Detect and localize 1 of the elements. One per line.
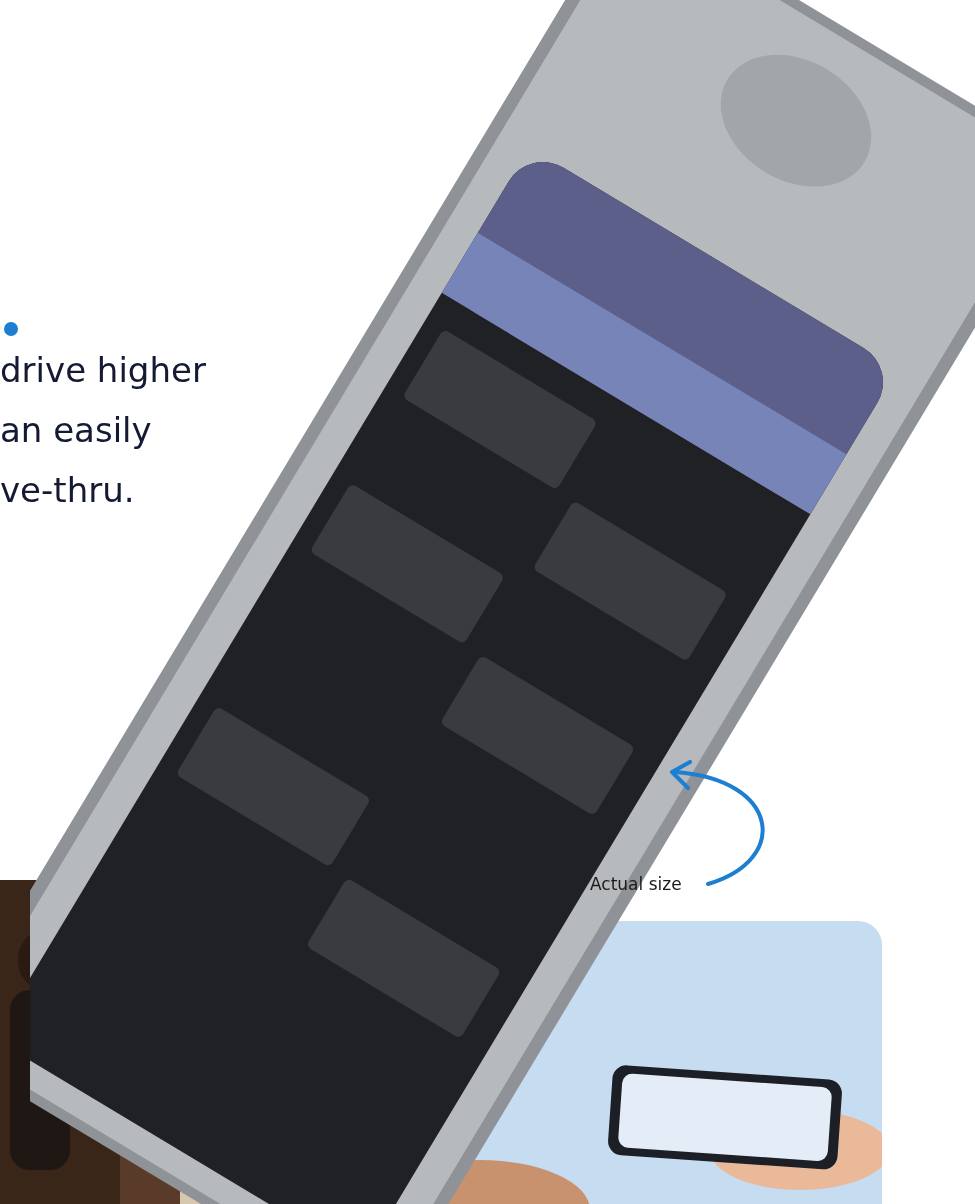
dot-icon: [4, 322, 18, 336]
